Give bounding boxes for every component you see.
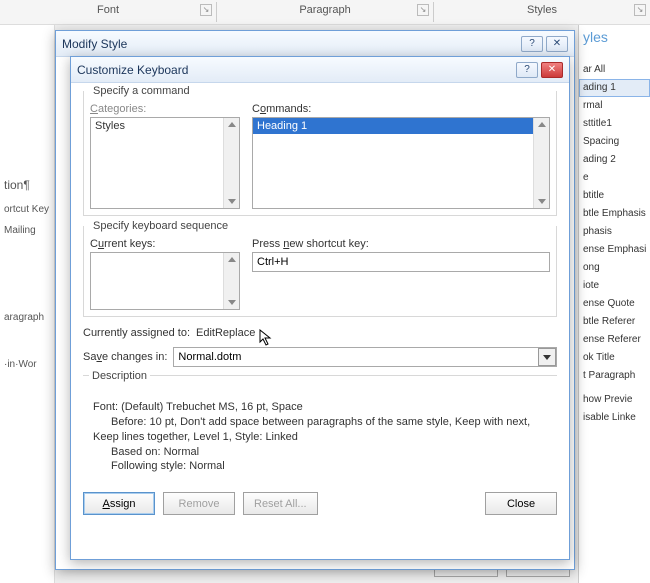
categories-label: CCategories:ategories: (90, 103, 240, 115)
desc-line: Before: 10 pt, Don't add space between p… (93, 415, 547, 430)
ribbon-paragraph-label: Paragraph (299, 4, 350, 16)
commands-label: Commands: (252, 103, 550, 115)
doc-fragment: Mailing (0, 222, 54, 239)
ribbon-styles-label: Styles (527, 4, 557, 16)
description-text: Font: (Default) Trebuchet MS, 16 pt, Spa… (89, 400, 551, 474)
help-button[interactable]: ? (521, 36, 543, 52)
dialog-button-row: AAssignssign Remove Reset All... Close (83, 492, 557, 515)
style-item[interactable]: Spacing (579, 133, 650, 151)
style-item[interactable]: phasis (579, 223, 650, 241)
scrollbar[interactable] (223, 253, 239, 309)
style-item[interactable]: e (579, 169, 650, 187)
save-changes-select[interactable] (173, 347, 557, 367)
scrollbar[interactable] (223, 118, 239, 208)
doc-fragment: ·in·Wor (0, 356, 54, 373)
styles-pane: yles ar Allading 1rmalsttitle1Spacingadi… (578, 25, 650, 583)
chevron-down-icon[interactable] (538, 348, 556, 366)
press-new-label: Press new shortcut key: (252, 238, 550, 250)
style-item[interactable]: iote (579, 277, 650, 295)
assigned-label: Currently assigned to: (83, 327, 190, 339)
modify-titlebar[interactable]: Modify Style ? ✕ (56, 31, 574, 57)
style-item[interactable]: ading 1 (579, 79, 650, 97)
specify-command-group: Specify a command CCategories:ategories:… (83, 91, 557, 216)
specify-sequence-title: Specify keyboard sequence (90, 220, 231, 232)
style-item[interactable]: t Paragraph (579, 367, 650, 385)
desc-line: Font: (Default) Trebuchet MS, 16 pt, Spa… (93, 400, 547, 415)
help-button[interactable]: ? (516, 62, 538, 78)
style-item[interactable]: rmal (579, 97, 650, 115)
styles-pane-title: yles (583, 29, 608, 45)
style-item[interactable]: ense Emphasi (579, 241, 650, 259)
currently-assigned-row: Currently assigned to: EditReplace (83, 327, 557, 339)
save-label: Save changes in: (83, 351, 167, 363)
doc-fragment: ortcut Key (0, 201, 54, 218)
description-group: Description Font: (Default) Trebuchet MS… (83, 375, 557, 480)
customize-keyboard-window: Customize Keyboard ? ✕ Specify a command… (70, 56, 570, 560)
modify-title: Modify Style (62, 37, 518, 51)
commands-listbox[interactable]: Heading 1 (252, 117, 550, 209)
ribbon-group-paragraph: Paragraph ↘ (217, 0, 433, 24)
doc-fragment: aragraph (0, 309, 54, 326)
customize-titlebar[interactable]: Customize Keyboard ? ✕ (71, 57, 569, 83)
close-dialog-button[interactable]: Close (485, 492, 557, 515)
current-keys-label: Current keys: (90, 238, 240, 250)
close-button[interactable]: ✕ (546, 36, 568, 52)
list-item[interactable]: Styles (91, 118, 239, 134)
customize-title: Customize Keyboard (77, 63, 513, 77)
reset-all-button[interactable]: Reset All... (243, 492, 318, 515)
specify-command-title: Specify a command (90, 85, 193, 97)
ribbon-group-styles: Styles ↘ (434, 0, 650, 24)
desc-line: Keep lines together, Level 1, Style: Lin… (93, 430, 547, 445)
dialog-launcher-icon[interactable]: ↘ (200, 4, 212, 16)
style-item[interactable]: ar All (579, 61, 650, 79)
current-keys-listbox[interactable] (90, 252, 240, 310)
document-area: tion¶ ortcut Key Mailing aragraph ·in·Wo… (0, 25, 55, 583)
style-item[interactable]: btle Emphasis (579, 205, 650, 223)
ribbon-groups: Font ↘ Paragraph ↘ Styles ↘ (0, 0, 650, 25)
style-item[interactable]: ok Title (579, 349, 650, 367)
style-item[interactable]: btle Referer (579, 313, 650, 331)
save-changes-row: Save changes in: (83, 347, 557, 367)
style-item[interactable]: sttitle1 (579, 115, 650, 133)
remove-button[interactable]: Remove (163, 492, 235, 515)
dialog-launcher-icon[interactable]: ↘ (417, 4, 429, 16)
ribbon-group-font: Font ↘ (0, 0, 216, 24)
desc-line: Following style: Normal (93, 459, 547, 474)
desc-line: Based on: Normal (93, 445, 547, 460)
close-button[interactable]: ✕ (541, 62, 563, 78)
categories-listbox[interactable]: Styles (90, 117, 240, 209)
assign-button[interactable]: AAssignssign (83, 492, 155, 515)
style-item[interactable]: ense Referer (579, 331, 650, 349)
doc-fragment: tion¶ (0, 175, 54, 195)
style-item[interactable]: ading 2 (579, 151, 650, 169)
style-item[interactable]: btitle (579, 187, 650, 205)
specify-sequence-group: Specify keyboard sequence Current keys: … (83, 226, 557, 317)
show-preview[interactable]: how Previe (579, 391, 650, 409)
disable-linked[interactable]: isable Linke (579, 409, 650, 427)
style-item[interactable]: ong (579, 259, 650, 277)
description-title: Description (89, 370, 150, 382)
ribbon-font-label: Font (97, 4, 119, 16)
scrollbar[interactable] (533, 118, 549, 208)
list-item[interactable]: Heading 1 (253, 118, 549, 134)
dialog-launcher-icon[interactable]: ↘ (634, 4, 646, 16)
assigned-value: EditReplace (196, 327, 255, 339)
style-item[interactable]: ense Quote (579, 295, 650, 313)
new-shortcut-input[interactable] (252, 252, 550, 272)
